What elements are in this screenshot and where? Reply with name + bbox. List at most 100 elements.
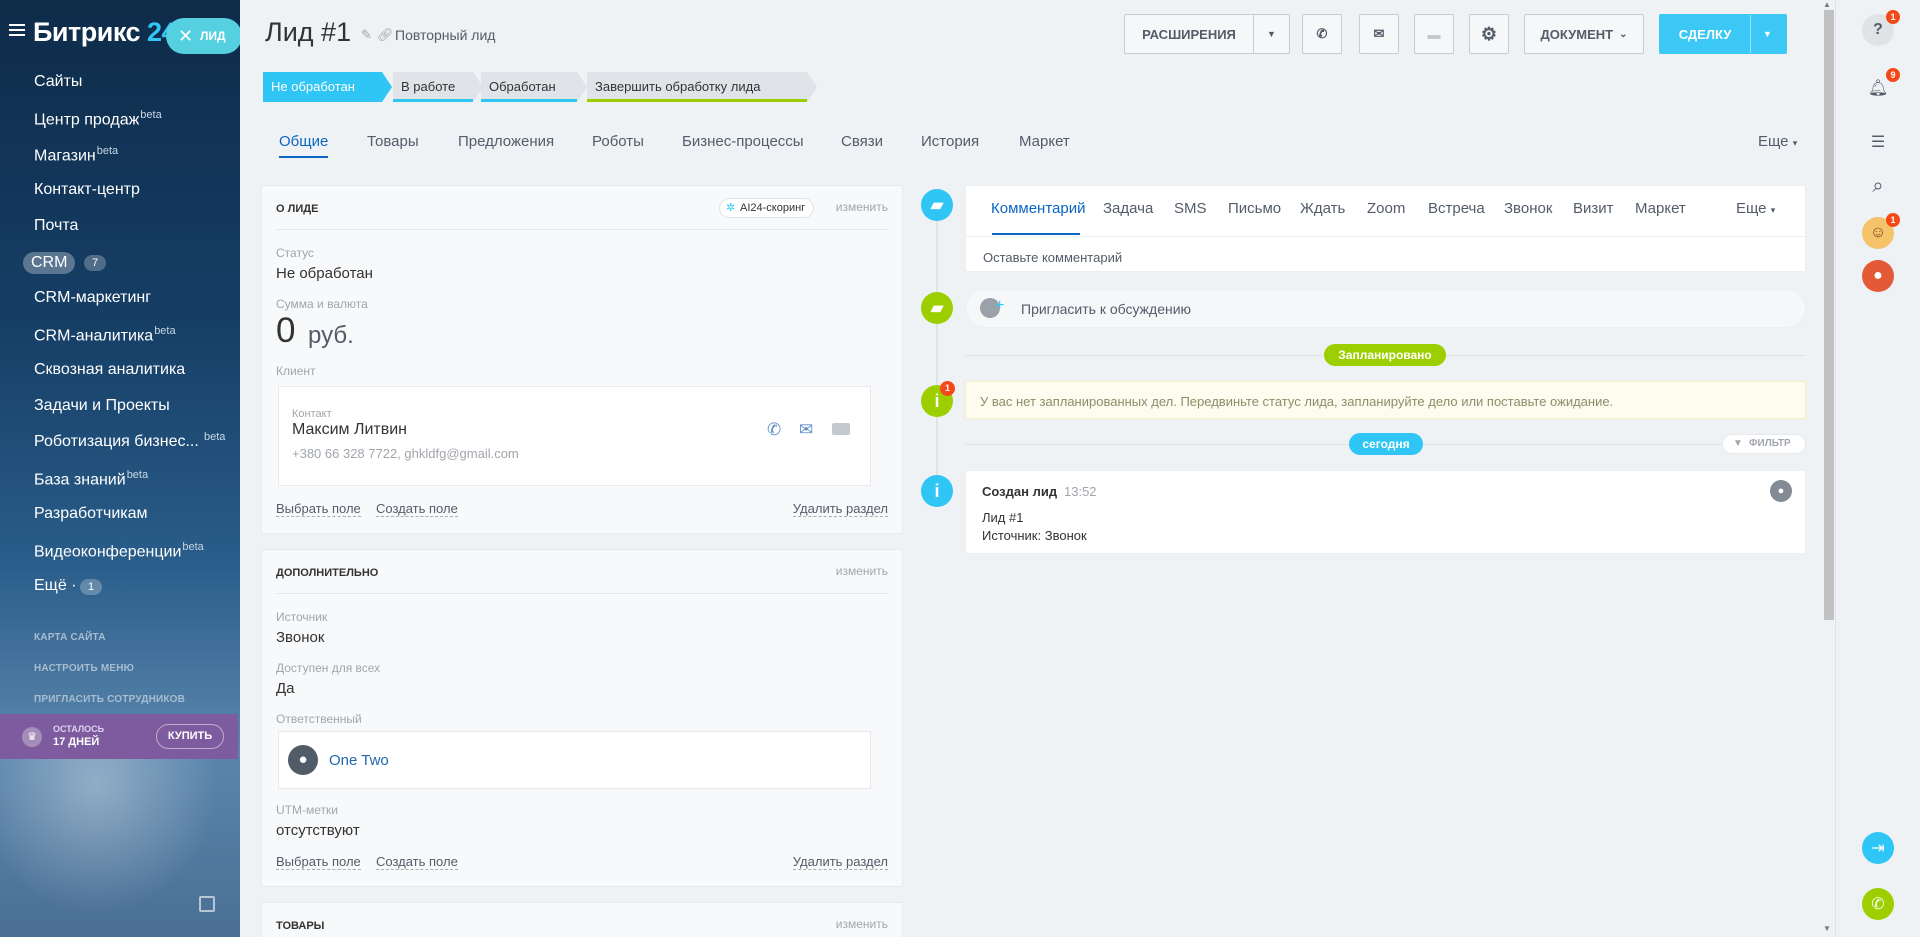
bell-icon[interactable]: 🔔︎ 9: [1862, 68, 1900, 104]
tabs-more[interactable]: Еще ▾: [1758, 133, 1797, 156]
menu-item-knowledge-base[interactable]: База знанийbeta: [34, 469, 148, 489]
lead-close-pill[interactable]: ✕ ЛИД: [166, 18, 240, 54]
settings-button[interactable]: ⚙: [1469, 14, 1509, 54]
document-button[interactable]: ДОКУМЕНТ ⌄: [1524, 14, 1644, 54]
create-field-link[interactable]: Создать поле: [376, 854, 458, 870]
timeline-tab-visit[interactable]: Визит: [1573, 200, 1614, 217]
comment-input[interactable]: Оставьте комментарий: [983, 250, 1122, 265]
stage-in-progress[interactable]: В работе: [393, 72, 483, 102]
menu-item-tasks[interactable]: Задачи и Проекты: [34, 397, 170, 415]
ai-scoring-button[interactable]: ✲ AI24-скоринг: [719, 198, 815, 218]
tab-business-processes[interactable]: Бизнес-процессы: [682, 133, 804, 156]
tab-market[interactable]: Маркет: [1019, 133, 1070, 156]
avatar[interactable]: ●: [1770, 480, 1792, 502]
menu-item-developers[interactable]: Разработчикам: [34, 505, 148, 523]
plus-icon: +: [995, 297, 1005, 314]
menu-item-mail[interactable]: Почта: [34, 217, 78, 235]
sitemap-link[interactable]: КАРТА САЙТА: [34, 632, 106, 643]
phone-icon[interactable]: ✆: [767, 420, 781, 440]
call-button[interactable]: ✆: [1302, 14, 1342, 54]
timeline-tab-zoom[interactable]: Zoom: [1367, 200, 1405, 217]
menu-item-robotization[interactable]: Роботизация бизнес...: [34, 433, 199, 451]
delete-section-link[interactable]: Удалить раздел: [792, 854, 888, 870]
timeline-tab-task[interactable]: Задача: [1103, 200, 1153, 217]
edit-link[interactable]: изменить: [836, 564, 888, 578]
convert-deal-button[interactable]: СДЕЛКУ ▼: [1659, 14, 1787, 54]
create-field-link[interactable]: Создать поле: [376, 501, 458, 517]
menu-item-shop[interactable]: Магазинbeta: [34, 145, 118, 165]
timeline-tab-comment[interactable]: Комментарий: [991, 200, 1085, 217]
timeline-tab-meeting[interactable]: Встреча: [1428, 200, 1485, 217]
stage-not-processed[interactable]: Не обработан: [263, 72, 392, 102]
chat-button[interactable]: ▬: [1414, 14, 1454, 54]
timeline-tab-sms[interactable]: SMS: [1174, 200, 1207, 217]
responsible-label: Ответственный: [276, 712, 362, 726]
user-avatar[interactable]: ☺ 1: [1862, 213, 1900, 249]
stage-finish[interactable]: Завершить обработку лида: [587, 72, 817, 102]
tab-general[interactable]: Общие: [279, 133, 329, 158]
goods-card: ТОВАРЫ изменить: [261, 902, 903, 937]
menu-item-contact-center[interactable]: Контакт-центр: [34, 181, 140, 199]
timeline-tab-email[interactable]: Письмо: [1228, 200, 1281, 217]
scroll-up-icon[interactable]: ▲: [1823, 0, 1831, 9]
open-lines-icon[interactable]: ⇥: [1862, 832, 1894, 864]
menu-item-crm-marketing[interactable]: CRM-маркетинг: [34, 289, 151, 307]
source-label: Источник: [276, 610, 328, 624]
tab-robots[interactable]: Роботы: [592, 133, 644, 156]
card-title: ТОВАРЫ: [276, 920, 325, 932]
filter-button[interactable]: ▼ ФИЛЬТР: [1722, 434, 1806, 454]
card-title: О ЛИДЕ: [276, 203, 319, 215]
active-tab-underline: [992, 233, 1080, 235]
buy-button[interactable]: КУПИТЬ: [156, 724, 224, 749]
phone-icon[interactable]: ✆: [1862, 888, 1894, 920]
tab-links[interactable]: Связи: [841, 133, 883, 156]
menu-item-end-to-end-analytics[interactable]: Сквозная аналитика: [34, 361, 185, 379]
timeline-tabs-more[interactable]: Еще ▾: [1736, 200, 1775, 217]
responsible-name[interactable]: One Two: [329, 752, 389, 769]
extensions-button[interactable]: РАСШИРЕНИЯ ▼: [1124, 14, 1290, 54]
no-activities-notice: У вас нет запланированных дел. Передвинь…: [965, 381, 1806, 419]
tab-offers[interactable]: Предложения: [458, 133, 554, 156]
menu-item-crm-analytics[interactable]: CRM-аналитикаbeta: [34, 325, 176, 345]
edit-link[interactable]: изменить: [836, 200, 888, 214]
tab-history[interactable]: История: [921, 133, 979, 156]
scroll-down-icon[interactable]: ▼: [1823, 924, 1831, 933]
printer-icon[interactable]: [199, 896, 215, 912]
timeline-tab-call[interactable]: Звонок: [1504, 200, 1552, 217]
choose-field-link[interactable]: Выбрать поле: [276, 501, 361, 517]
user-avatar-red[interactable]: ●: [1862, 260, 1894, 292]
link-icon[interactable]: 🔗︎: [377, 27, 394, 43]
scrollbar[interactable]: [1824, 10, 1834, 620]
filter-icon: ▼: [1733, 438, 1743, 449]
chevron-down-icon[interactable]: ▼: [1763, 29, 1772, 39]
stage-processed[interactable]: Обработан: [481, 72, 587, 102]
choose-field-link[interactable]: Выбрать поле: [276, 854, 361, 870]
edit-link[interactable]: изменить: [836, 917, 888, 931]
timeline-tab-market[interactable]: Маркет: [1635, 200, 1686, 217]
menu-item-sales-center[interactable]: Центр продажbeta: [34, 109, 162, 129]
delete-section-link[interactable]: Удалить раздел: [792, 501, 888, 517]
email-button[interactable]: ✉: [1359, 14, 1399, 54]
edit-title-icon[interactable]: ✎: [361, 27, 372, 43]
chevron-down-icon[interactable]: ▼: [1267, 29, 1276, 39]
configure-menu-link[interactable]: НАСТРОИТЬ МЕНЮ: [34, 663, 134, 674]
burger-menu-icon[interactable]: [9, 24, 25, 36]
help-icon[interactable]: ? 1: [1862, 10, 1900, 46]
contact-name[interactable]: Максим Литвин: [292, 421, 407, 439]
tab-products[interactable]: Товары: [367, 133, 419, 156]
chat-icon: ▬: [1427, 26, 1441, 42]
chat-icon[interactable]: [832, 423, 850, 435]
close-icon[interactable]: ✕: [178, 18, 193, 54]
invite-employees-link[interactable]: ПРИГЛАСИТЬ СОТРУДНИКОВ: [34, 694, 185, 705]
menu-item-videoconference[interactable]: Видеоконференцииbeta: [34, 541, 204, 561]
messages-icon[interactable]: ☰: [1862, 126, 1894, 158]
invite-discussion-bar[interactable]: + Пригласить к обсуждению: [965, 289, 1806, 328]
envelope-icon[interactable]: ✉: [799, 420, 813, 440]
menu-item-more[interactable]: Ещё ·: [34, 577, 77, 595]
menu-item-sites[interactable]: Сайты: [34, 73, 82, 91]
left-menu: Битрикс 24 ✕ ЛИД Сайты Центр продажbeta М…: [0, 0, 240, 937]
timeline-tab-wait[interactable]: Ждать: [1300, 200, 1345, 217]
search-icon[interactable]: ⌕: [1862, 170, 1894, 202]
menu-item-crm[interactable]: CRM: [23, 252, 76, 274]
logo[interactable]: Битрикс 24: [33, 17, 177, 48]
